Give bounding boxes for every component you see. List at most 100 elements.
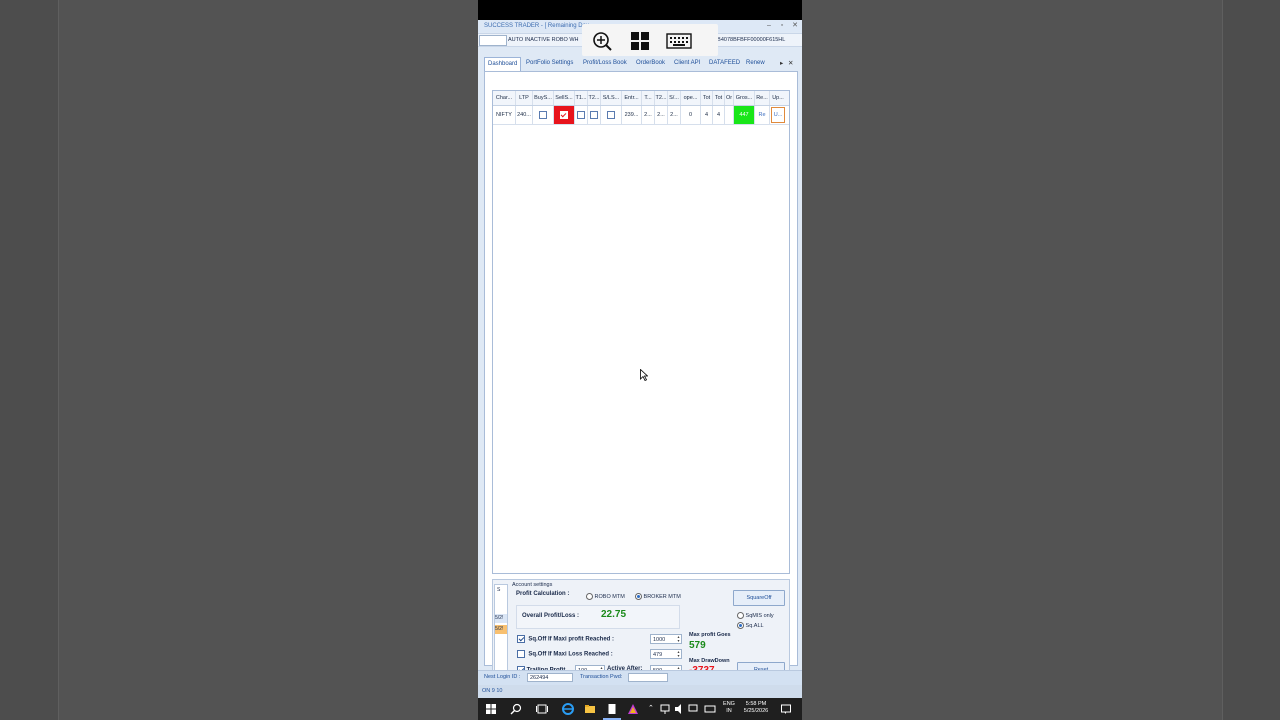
notification-icon[interactable] xyxy=(780,703,792,715)
col-header-tot1[interactable]: Tot xyxy=(701,91,713,105)
maxi-loss-row[interactable]: Sq.Off If Maxi Loss Reached : xyxy=(517,650,613,658)
windows-key-icon[interactable] xyxy=(629,31,651,51)
col-header-or[interactable]: Or xyxy=(725,91,734,105)
table-row[interactable]: NIFTY 240... 239... 2... 2... 2... 0 4 4… xyxy=(493,106,789,125)
tab-orderbook[interactable]: OrderBook xyxy=(636,57,665,70)
spinner-arrows-icon[interactable]: ▴▾ xyxy=(676,650,681,658)
broker-mtm-option[interactable]: BROKER MTM xyxy=(635,593,681,600)
col-header-t2[interactable]: T2... xyxy=(588,91,601,105)
tab-dashboard[interactable]: Dashboard xyxy=(484,57,522,71)
col-header-t2b[interactable]: T2... xyxy=(655,91,668,105)
col-header-tot2[interactable]: Tot xyxy=(713,91,725,105)
background-band-right xyxy=(802,0,1223,720)
tab-datafeed[interactable]: DATAFEED xyxy=(709,57,740,70)
cell-sl xyxy=(601,106,622,124)
maxi-profit-input[interactable]: 1000 ▴ ▾ xyxy=(650,634,682,644)
cell-t1 xyxy=(575,106,588,124)
sqmis-only-radio[interactable] xyxy=(737,612,744,619)
monitor-icon[interactable] xyxy=(688,703,698,715)
grid-header: Char... LTP BuyS... SellS... T1... T2...… xyxy=(493,91,789,106)
start-windows-icon[interactable] xyxy=(485,703,497,715)
positions-grid: Char... LTP BuyS... SellS... T1... T2...… xyxy=(492,90,790,574)
tab-renew[interactable]: Renew xyxy=(746,57,765,70)
col-header-ltp[interactable]: LTP xyxy=(516,91,533,105)
broker-mtm-radio[interactable] xyxy=(635,593,642,600)
tab-close-icon[interactable]: ✕ xyxy=(788,57,793,70)
tab-portfolio-settings[interactable]: PortFolio Settings xyxy=(526,57,573,70)
maxi-loss-checkbox[interactable] xyxy=(517,650,525,658)
log-item: 5/2! xyxy=(495,614,507,623)
maxi-loss-input[interactable]: 479 ▴ ▾ xyxy=(650,649,682,659)
file-explorer-icon[interactable] xyxy=(584,703,596,715)
language-indicator[interactable]: ENG IN xyxy=(721,701,737,715)
robo-mtm-radio[interactable] xyxy=(586,593,593,600)
buy-checkbox[interactable] xyxy=(539,110,547,119)
keyboard-tray-icon[interactable] xyxy=(704,703,716,715)
cell-t2 xyxy=(588,106,601,124)
col-header-open[interactable]: ope... xyxy=(681,91,701,105)
sl-checkbox[interactable] xyxy=(607,110,615,119)
overall-pl-box: Overall Profit/Loss : 22.75 xyxy=(516,605,680,629)
robo-status-text: AUTO INACTIVE ROBO WH xyxy=(508,37,579,43)
col-header-buy[interactable]: BuyS... xyxy=(533,91,554,105)
t1-checkbox[interactable] xyxy=(577,110,585,119)
tab-client-api[interactable]: Client API xyxy=(674,57,700,70)
close-icon[interactable]: ✕ xyxy=(790,21,800,31)
transaction-pwd-field[interactable] xyxy=(628,673,668,682)
col-header-sell[interactable]: SellS... xyxy=(554,91,575,105)
trader-app-icon[interactable] xyxy=(627,703,639,715)
t2-checkbox[interactable] xyxy=(590,110,598,119)
col-header-sl[interactable]: S/LS... xyxy=(601,91,622,105)
remote-control-overlay xyxy=(582,24,718,56)
bottom-status-text: ON 9 10 xyxy=(482,688,503,694)
cell-tot2: 4 xyxy=(713,106,725,124)
cell-or xyxy=(725,106,734,124)
overall-pl-label: Overall Profit/Loss : xyxy=(522,613,580,619)
col-header-s[interactable]: S/... xyxy=(668,91,681,105)
info-box xyxy=(479,35,507,46)
search-icon[interactable] xyxy=(510,703,522,715)
col-header-up[interactable]: Up... xyxy=(770,91,786,105)
col-header-t[interactable]: T... xyxy=(642,91,655,105)
bottom-status-line: ON 9 10 xyxy=(478,685,802,698)
row-update-button[interactable]: U... xyxy=(770,106,786,124)
network-icon[interactable] xyxy=(660,703,670,715)
edge-browser-icon[interactable] xyxy=(562,703,574,715)
mouse-cursor-icon xyxy=(640,369,648,381)
maxi-profit-checkbox[interactable] xyxy=(517,635,525,643)
tab-profit-loss-book[interactable]: Profit/Loss Book xyxy=(583,57,627,70)
tab-scroll-icon[interactable]: ▸ xyxy=(780,57,783,70)
nest-login-field[interactable]: 262494 xyxy=(527,673,573,682)
squareoff-button[interactable]: SquareOff xyxy=(733,590,785,606)
minimize-icon[interactable]: – xyxy=(764,21,774,31)
sqmis-only-option[interactable]: SqMIS only xyxy=(737,612,774,619)
col-header-re[interactable]: Re... xyxy=(755,91,770,105)
keyboard-icon[interactable] xyxy=(666,31,692,51)
maxi-profit-row[interactable]: Sq.Off If Maxi profit Reached : xyxy=(517,635,614,643)
clock[interactable]: 5:58 PM 5/25/2026 xyxy=(740,701,772,715)
cell-ltp: 240... xyxy=(516,106,533,124)
robo-mtm-option[interactable]: ROBO MTM xyxy=(586,593,625,600)
volume-icon[interactable] xyxy=(674,703,684,715)
cell-buy xyxy=(533,106,554,124)
col-header-char[interactable]: Char... xyxy=(493,91,516,105)
sell-checkbox[interactable] xyxy=(560,110,568,119)
sq-all-option[interactable]: Sq.ALL xyxy=(737,622,764,629)
cell-t2-value: 2... xyxy=(655,106,668,124)
zoom-in-icon[interactable] xyxy=(591,31,613,51)
log-list[interactable]: S 5/2! 5/2! ◂ xyxy=(494,584,508,681)
col-header-entry[interactable]: Entr... xyxy=(622,91,642,105)
notepad-icon[interactable] xyxy=(606,703,618,715)
col-header-t1[interactable]: T1... xyxy=(575,91,588,105)
windows-taskbar: ⌃ ENG IN 5:58 PM 5/25/2026 xyxy=(478,698,802,720)
phone-screen: SUCCESS TRADER - [ Remaining Day – ▫ ✕ A… xyxy=(478,0,802,720)
main-tabs: Dashboard PortFolio Settings Profit/Loss… xyxy=(484,57,796,71)
task-view-icon[interactable] xyxy=(536,703,548,715)
sq-all-radio[interactable] xyxy=(737,622,744,629)
col-header-gross[interactable]: Gros... xyxy=(734,91,755,105)
spinner-arrows-icon[interactable]: ▴▾ xyxy=(676,635,681,643)
log-item: 5/2! xyxy=(495,625,507,634)
tray-expand-icon[interactable]: ⌃ xyxy=(648,705,654,712)
row-reset-button[interactable]: Re xyxy=(755,106,770,124)
maximize-icon[interactable]: ▫ xyxy=(777,21,787,31)
